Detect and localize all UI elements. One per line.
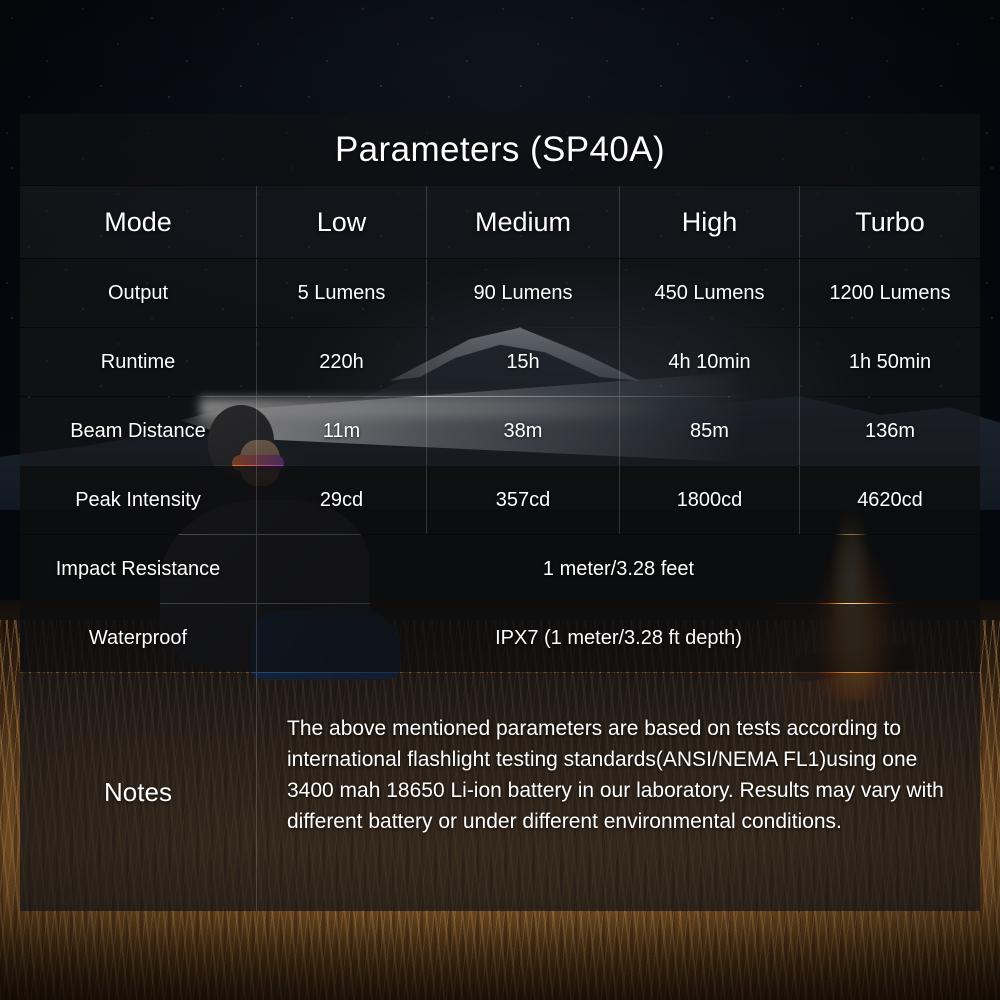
cell-beam-distance-high: 85m	[620, 397, 800, 465]
row-label-waterproof: Waterproof	[20, 604, 257, 672]
table-row-waterproof: Waterproof IPX7 (1 meter/3.28 ft depth)	[20, 604, 980, 672]
header-mode-high: High	[620, 186, 800, 258]
cell-peak-intensity-low: 29cd	[257, 466, 427, 534]
notes-text: The above mentioned parameters are based…	[257, 673, 980, 911]
parameters-table: Parameters (SP40A) Mode Low Medium High …	[20, 114, 980, 911]
row-label-impact-resistance: Impact Resistance	[20, 535, 257, 603]
cell-runtime-turbo: 1h 50min	[800, 328, 980, 396]
header-mode-low: Low	[257, 186, 427, 258]
cell-peak-intensity-high: 1800cd	[620, 466, 800, 534]
page-title: Parameters (SP40A)	[20, 114, 980, 185]
product-spec-image: Parameters (SP40A) Mode Low Medium High …	[0, 0, 1000, 1000]
row-label-beam-distance: Beam Distance	[20, 397, 257, 465]
table-row-beam-distance: Beam Distance 11m 38m 85m 136m	[20, 397, 980, 465]
cell-runtime-high: 4h 10min	[620, 328, 800, 396]
cell-impact-resistance-value: 1 meter/3.28 feet	[257, 535, 980, 603]
cell-runtime-medium: 15h	[427, 328, 620, 396]
row-label-runtime: Runtime	[20, 328, 257, 396]
table-row-peak-intensity: Peak Intensity 29cd 357cd 1800cd 4620cd	[20, 466, 980, 534]
header-mode-turbo: Turbo	[800, 186, 980, 258]
header-mode-medium: Medium	[427, 186, 620, 258]
cell-peak-intensity-medium: 357cd	[427, 466, 620, 534]
cell-beam-distance-low: 11m	[257, 397, 427, 465]
cell-runtime-low: 220h	[257, 328, 427, 396]
cell-output-turbo: 1200 Lumens	[800, 259, 980, 327]
cell-output-low: 5 Lumens	[257, 259, 427, 327]
cell-output-high: 450 Lumens	[620, 259, 800, 327]
cell-output-medium: 90 Lumens	[427, 259, 620, 327]
row-label-output: Output	[20, 259, 257, 327]
table-row-runtime: Runtime 220h 15h 4h 10min 1h 50min	[20, 328, 980, 396]
table-row-output: Output 5 Lumens 90 Lumens 450 Lumens 120…	[20, 259, 980, 327]
cell-peak-intensity-turbo: 4620cd	[800, 466, 980, 534]
row-label-peak-intensity: Peak Intensity	[20, 466, 257, 534]
header-mode-label: Mode	[20, 186, 257, 258]
cell-waterproof-value: IPX7 (1 meter/3.28 ft depth)	[257, 604, 980, 672]
cell-beam-distance-medium: 38m	[427, 397, 620, 465]
table-row-impact-resistance: Impact Resistance 1 meter/3.28 feet	[20, 535, 980, 603]
table-row-notes: Notes The above mentioned parameters are…	[20, 673, 980, 911]
cell-beam-distance-turbo: 136m	[800, 397, 980, 465]
table-header-row: Mode Low Medium High Turbo	[20, 186, 980, 258]
row-label-notes: Notes	[20, 673, 257, 911]
table-title-row: Parameters (SP40A)	[20, 114, 980, 185]
